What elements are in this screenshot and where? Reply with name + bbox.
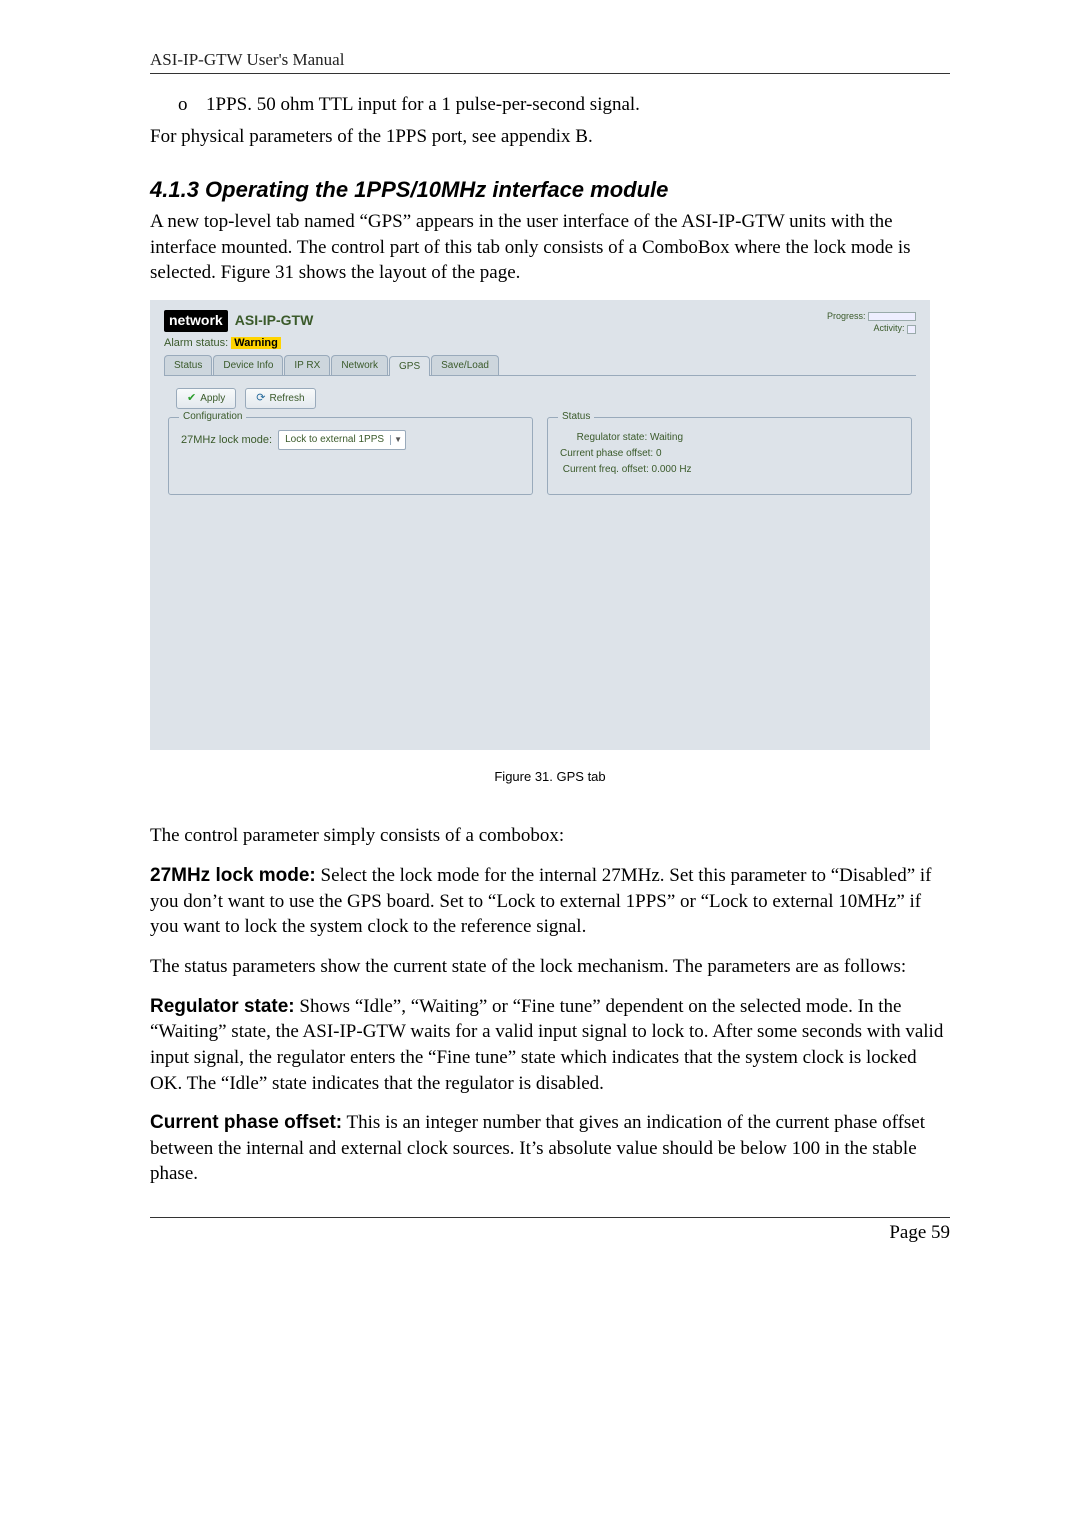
tab-device-info[interactable]: Device Info	[213, 355, 283, 376]
apply-label: Apply	[200, 392, 225, 406]
status-legend: Status	[558, 410, 594, 424]
paragraph-phase-offset: Current phase offset: This is an integer…	[150, 1110, 950, 1187]
configuration-legend: Configuration	[179, 410, 246, 424]
figure-caption: Figure 31. GPS tab	[150, 768, 950, 786]
bullet-item: o1PPS. 50 ohm TTL input for a 1 pulse-pe…	[150, 92, 950, 118]
chevron-down-icon: ▼	[390, 435, 405, 446]
label-27mhz: 27MHz lock mode:	[150, 865, 316, 886]
bullet-marker: o	[178, 92, 206, 118]
refresh-button[interactable]: ⟳ Refresh	[245, 388, 315, 409]
apply-icon: ✔	[187, 391, 196, 406]
label-regulator-state: Regulator state:	[150, 996, 295, 1017]
tab-gps[interactable]: GPS	[389, 356, 430, 377]
refresh-label: Refresh	[270, 392, 305, 406]
gps-tab-screenshot: Progress: Activity: network ASI-IP-GTW A…	[150, 300, 930, 750]
bullet-text: 1PPS. 50 ohm TTL input for a 1 pulse-per…	[206, 94, 640, 115]
label-phase-offset: Current phase offset:	[150, 1112, 342, 1133]
configuration-panel: Configuration 27MHz lock mode: Lock to e…	[168, 417, 533, 495]
progress-activity-block: Progress: Activity:	[827, 310, 916, 335]
progress-bar	[868, 312, 916, 321]
app-title-row: network ASI-IP-GTW	[164, 310, 916, 332]
tab-status[interactable]: Status	[164, 355, 212, 376]
section-intro: A new top-level tab named “GPS” appears …	[150, 209, 950, 286]
status-line-1: Regulator state: Waiting	[560, 430, 899, 446]
apply-button[interactable]: ✔ Apply	[176, 388, 236, 409]
lock-mode-value: Lock to external 1PPS	[279, 433, 390, 447]
status-line-2: Current phase offset: 0	[560, 446, 899, 462]
status-panel: Status Regulator state: Waiting Current …	[547, 417, 912, 495]
tab-bar: Status Device Info IP RX Network GPS Sav…	[164, 355, 916, 377]
tab-save-load[interactable]: Save/Load	[431, 355, 499, 376]
progress-label: Progress:	[827, 311, 866, 321]
status-line-3: Current freq. offset: 0.000 Hz	[560, 462, 899, 478]
paragraph: The control parameter simply consists of…	[150, 823, 950, 849]
network-logo: network	[164, 310, 228, 332]
paragraph: For physical parameters of the 1PPS port…	[150, 124, 950, 150]
activity-indicator	[907, 325, 916, 334]
paragraph-regulator-state: Regulator state: Shows “Idle”, “Waiting”…	[150, 994, 950, 1097]
tab-ip-rx[interactable]: IP RX	[284, 355, 330, 376]
activity-label: Activity:	[873, 323, 904, 333]
page-footer: Page 59	[150, 1217, 950, 1244]
running-header: ASI-IP-GTW User's Manual	[150, 50, 950, 74]
section-heading: 4.1.3 Operating the 1PPS/10MHz interface…	[150, 175, 950, 205]
alarm-status-row: Alarm status: Warning	[164, 336, 916, 351]
paragraph: The status parameters show the current s…	[150, 954, 950, 980]
lock-mode-label: 27MHz lock mode:	[181, 433, 272, 448]
app-title: ASI-IP-GTW	[235, 312, 314, 328]
alarm-label: Alarm status:	[164, 337, 231, 349]
alarm-value: Warning	[231, 337, 281, 349]
tab-network[interactable]: Network	[331, 355, 388, 376]
paragraph-27mhz: 27MHz lock mode: Select the lock mode fo…	[150, 863, 950, 940]
lock-mode-combobox[interactable]: Lock to external 1PPS ▼	[278, 430, 406, 450]
refresh-icon: ⟳	[256, 391, 265, 406]
toolbar: ✔ Apply ⟳ Refresh	[176, 388, 916, 409]
